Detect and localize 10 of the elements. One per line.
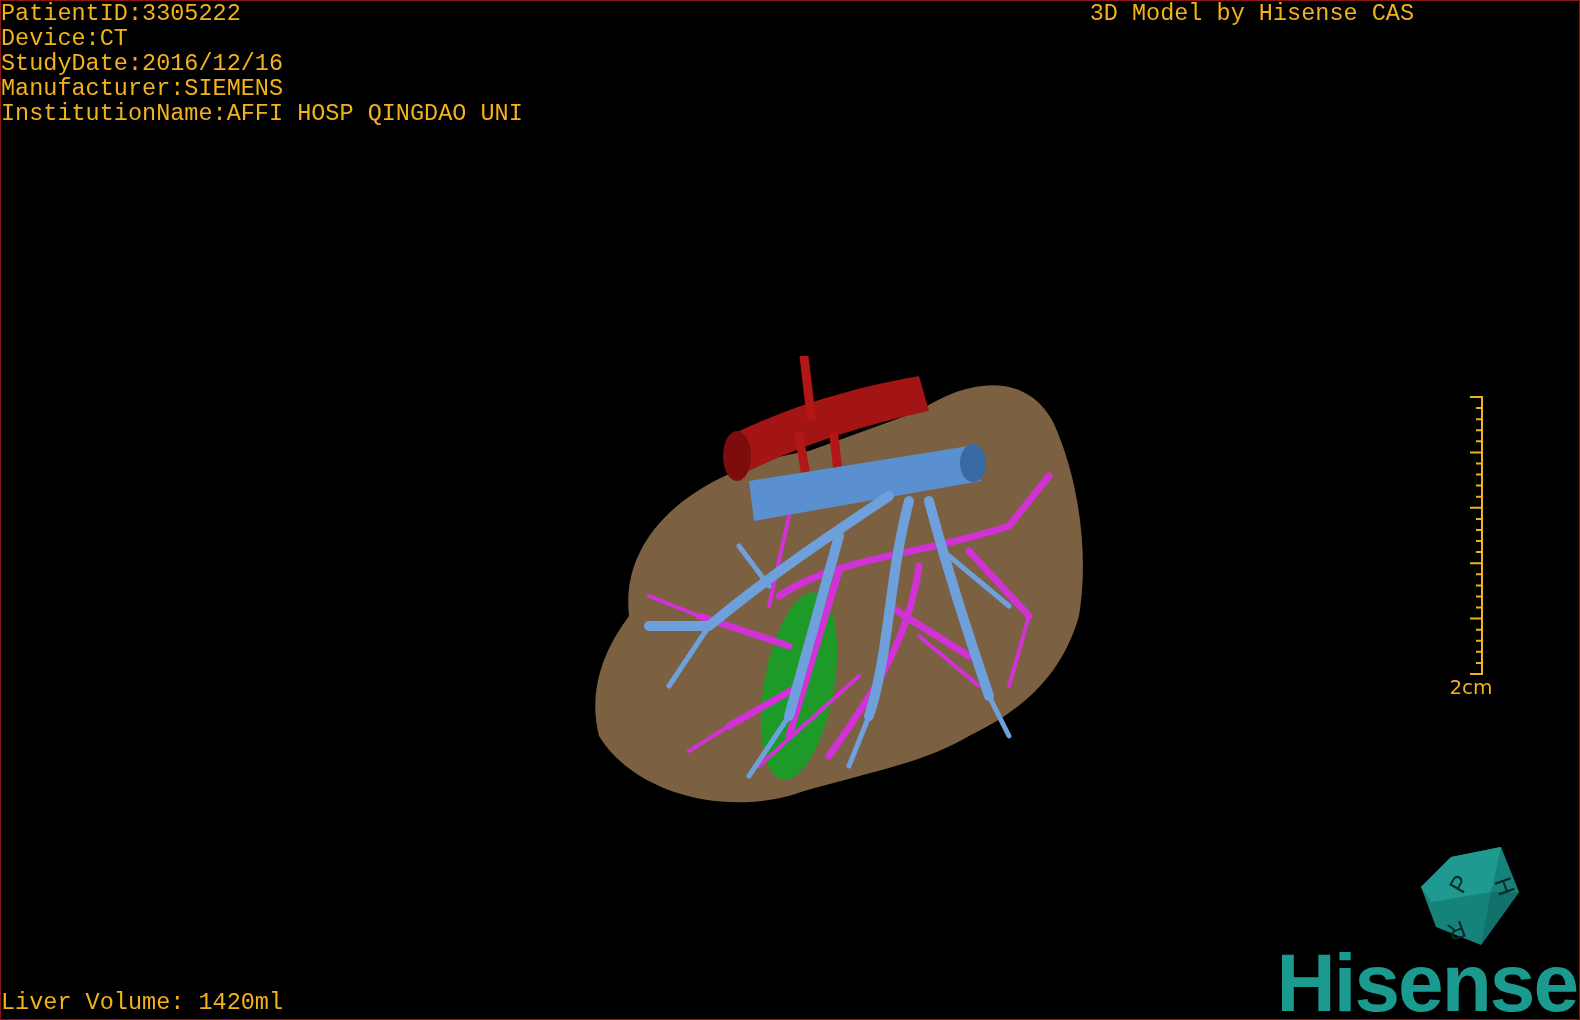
model-credit: 3D Model by Hisense CAS [1089,1,1414,29]
brand-logo: Hisense [1276,947,1577,1019]
patient-info-line: PatientID:3305222 [1,1,242,26]
patient-info-line: InstitutionName:AFFI HOSP QINGDAO UNI [1,101,523,126]
patient-info-line: Device:CT [1,26,129,51]
patient-info-line: StudyDate:2016/12/16 [1,51,285,76]
patient-info-line: Manufacturer:SIEMENS [1,76,285,101]
orientation-cube[interactable]: P H R [1421,847,1521,947]
liver-volume: Liver Volume: 1420ml [1,990,284,1015]
scale-label: 2cm [1449,676,1493,698]
